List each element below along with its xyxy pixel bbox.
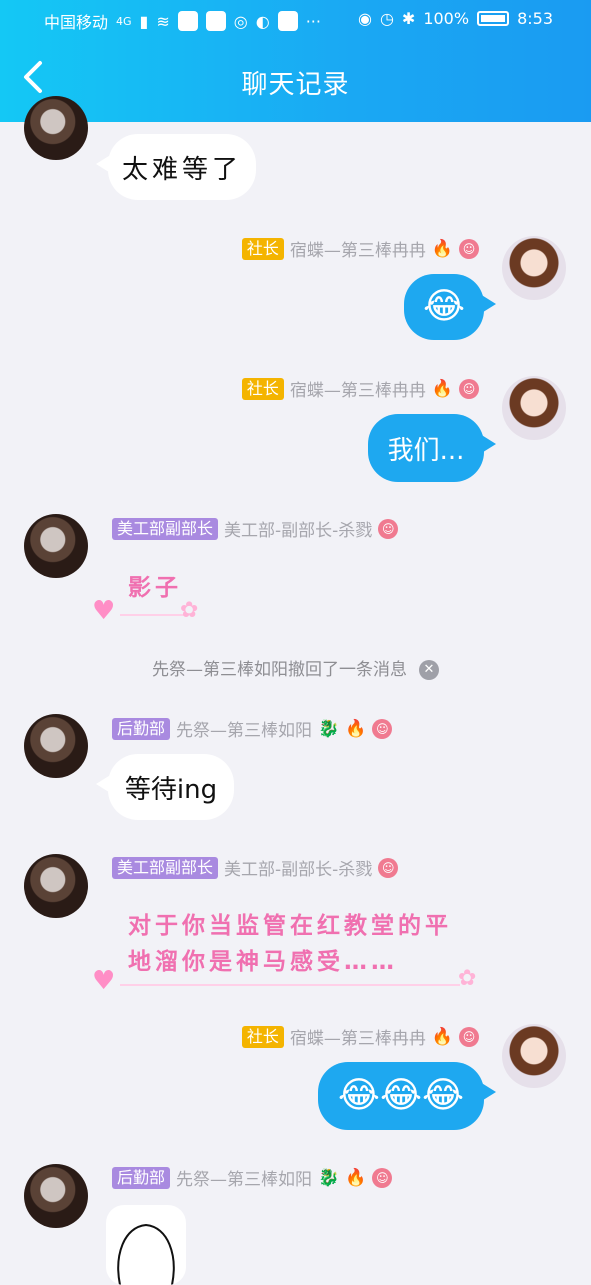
fire-icon: 🔥 [431,238,453,259]
message-text: 我们... [387,435,465,466]
role-badge: 美工部副部长 [112,517,219,540]
fire-icon: 🔥 [345,1167,367,1188]
message-bubble[interactable]: 等待ing [96,754,234,820]
message-text[interactable]: 影子 [128,568,182,602]
sender-info: 社长 宿蝶—第三棒冉冉 🔥 ☺ [241,376,479,401]
avatar[interactable] [502,376,566,440]
message-bubble[interactable]: 😂 [404,274,496,340]
role-badge: 后勤部 [112,717,171,740]
withdrawn-text: 先祭—第三棒如阳撤回了一条消息 [152,660,407,680]
sender-info: 后勤部 先祭—第三棒如阳 🐉 🔥 ☺ [112,716,393,741]
avatar[interactable] [502,236,566,300]
medal-icon: ☺ [378,857,399,878]
network-type: 4G [116,14,132,28]
page-title: 聊天记录 [241,70,350,100]
wechat-icon: ◎ [233,11,248,31]
sender-name[interactable]: 先祭—第三棒如阳 [176,1165,312,1190]
lightbulb-icon: ◐ [255,11,270,31]
signal-icon: ▮ [139,11,149,31]
avatar[interactable] [502,1024,566,1088]
sender-name[interactable]: 美工部-副部长-杀戮 [224,855,372,880]
sender-info: 美工部副部长 美工部-副部长-杀戮 ☺ [112,855,399,880]
heart-decoration-icon: ♥ [92,966,116,996]
sender-info: 后勤部 先祭—第三棒如阳 🐉 🔥 ☺ [112,1165,393,1190]
message-text: 太难等了 [121,154,242,185]
dragon-icon: 🐉 [318,718,340,739]
bubble-decoration [120,984,460,986]
clock: 8:53 [517,9,553,28]
heart-decoration-icon: ♥ [92,596,116,626]
role-badge: 社长 [241,377,284,400]
eye-icon: ◉ [357,9,372,28]
message-bubble[interactable]: 我们... [368,414,496,482]
close-icon[interactable]: ✕ [419,660,439,680]
battery-icon [477,11,510,26]
sender-name[interactable]: 先祭—第三棒如阳 [176,716,312,741]
fire-icon: 🔥 [345,718,367,739]
role-badge: 社长 [241,237,284,260]
wifi-icon: ≋ [156,11,170,31]
app-header: 中国移动 4G ▮ ≋ ◎ ◐ ··· ◉ ◷ ✱ 100% 8:53 聊天记录 [0,0,591,122]
fire-icon: 🔥 [431,378,453,399]
medal-icon: ☺ [459,378,479,399]
medal-icon: ☺ [459,238,479,259]
role-badge: 后勤部 [112,1166,171,1189]
sticker-image[interactable] [106,1205,186,1285]
sender-info: 美工部副部长 美工部-副部长-杀戮 ☺ [112,516,399,541]
sender-info: 社长 宿蝶—第三棒冉冉 🔥 ☺ [241,236,479,261]
fire-icon: 🔥 [431,1026,453,1047]
bluetooth-icon: ✱ [401,9,416,28]
avatar[interactable] [24,514,88,578]
message-bubble[interactable]: 😂😂😂 [318,1062,496,1130]
medal-icon: ☺ [372,1167,393,1188]
medal-icon: ☺ [372,718,393,739]
dragon-icon: 🐉 [318,1167,340,1188]
flower-decoration-icon: ✿ [458,966,477,991]
more-notifications: ··· [305,11,321,31]
avatar[interactable] [24,714,88,778]
avatar[interactable] [24,96,88,160]
role-badge: 美工部副部长 [112,856,219,879]
alarm-icon: ◷ [379,9,394,28]
avatar[interactable] [24,1164,88,1228]
medal-icon: ☺ [459,1026,479,1047]
bubble-decoration [120,614,184,616]
message-text-line[interactable]: 对于你当监管在红教堂的平 [128,906,452,940]
sticker-drawing [117,1223,175,1285]
carrier-label: 中国移动 [44,13,109,32]
message-text-line[interactable]: 地溜你是神马感受…… [128,942,398,976]
sender-info: 社长 宿蝶—第三棒冉冉 🔥 ☺ [241,1024,479,1049]
sender-name[interactable]: 宿蝶—第三棒冉冉 [290,236,426,261]
message-bubble[interactable]: 太难等了 [96,134,256,200]
browser-icon [277,11,298,31]
message-text: 等待ing [124,774,218,805]
sender-name[interactable]: 宿蝶—第三棒冉冉 [290,1024,426,1049]
app-notification-icon [177,11,198,31]
medal-icon: ☺ [378,518,399,539]
battery-percent: 100% [423,9,470,28]
status-bar: 中国移动 4G ▮ ≋ ◎ ◐ ··· ◉ ◷ ✱ 100% 8:53 [0,0,591,40]
sender-name[interactable]: 宿蝶—第三棒冉冉 [290,376,426,401]
sender-name[interactable]: 美工部-副部长-杀戮 [224,516,372,541]
emoji-content: 😂 [422,286,466,327]
withdrawn-notice: 先祭—第三棒如阳撤回了一条消息 ✕ [0,655,591,680]
flower-decoration-icon: ✿ [180,598,199,623]
baidu-icon [205,11,226,31]
avatar[interactable] [24,854,88,918]
emoji-content: 😂😂😂 [337,1075,465,1116]
role-badge: 社长 [241,1025,284,1048]
